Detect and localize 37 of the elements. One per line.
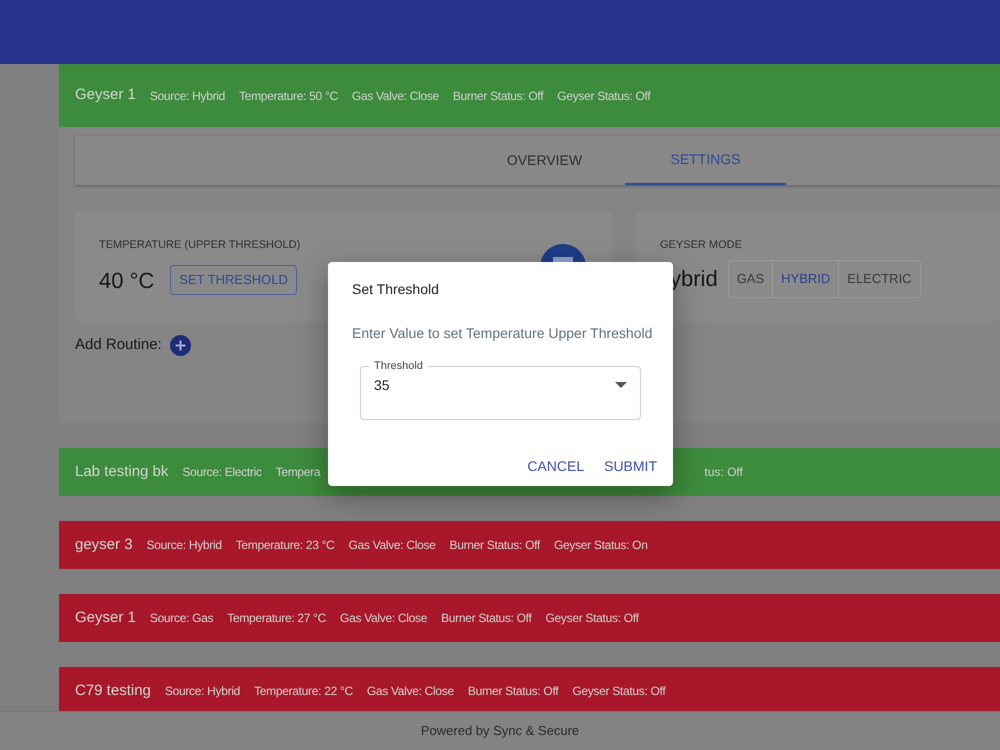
device-name: Geyser 1 [75,85,136,106]
dialog-message: Enter Value to set Temperature Upper Threshold [351,324,654,343]
device-field: Burner Status: Off [468,682,558,700]
device-field: Source: Hybrid [146,536,222,554]
device-field: Geyser Status: Off [572,682,666,700]
device-field: Burner Status: Off [450,536,540,554]
device-field: Gas Valve: Close [352,86,439,104]
device-name: C79 testing [75,680,151,701]
device-field: Source: Gas [150,609,214,627]
device-field: Source: Electric [182,463,262,481]
device-field: Gas Valve: Close [366,682,454,700]
device-field: Burner Status: Off [452,86,544,104]
device-field: Source: Hybrid [164,682,240,700]
add-routine-label: Add Routine: [75,335,162,355]
select-value: 35 [374,376,391,394]
field-label: Threshold [373,359,424,374]
device-field: Temperature: 50 °C [239,86,338,104]
device-field: Geyser Status: Off [557,86,650,104]
device-field: Gas Valve: Close [348,536,436,554]
device-field: Source: Hybrid [150,86,226,104]
temperature-value: 40 °C [99,266,154,294]
device-name: Lab testing bk [75,462,168,482]
device-field: Burner Status: Off [441,609,532,627]
device-field: Gas Valve: Close [340,609,428,627]
card-label: TEMPERATURE (UPPER THRESHOLD) [99,238,302,253]
dialog-title: Set Threshold [352,280,439,299]
footer-text: Powered by Sync & Secure [420,722,580,740]
device-name: geyser 3 [75,534,133,555]
device-field: Geyser Status: Off [546,609,639,627]
device-field: Temperature: 27 °C [227,609,326,627]
device-field: tus: Off [704,463,743,481]
device-field: Temperature: 23 °C [236,536,334,554]
card-label: GEYSER MODE [660,238,743,253]
device-name: Geyser 1 [75,608,136,628]
device-field: Tempera [276,463,320,481]
device-field: Temperature: 22 °C [254,682,353,700]
device-field: Geyser Status: On [554,536,648,554]
